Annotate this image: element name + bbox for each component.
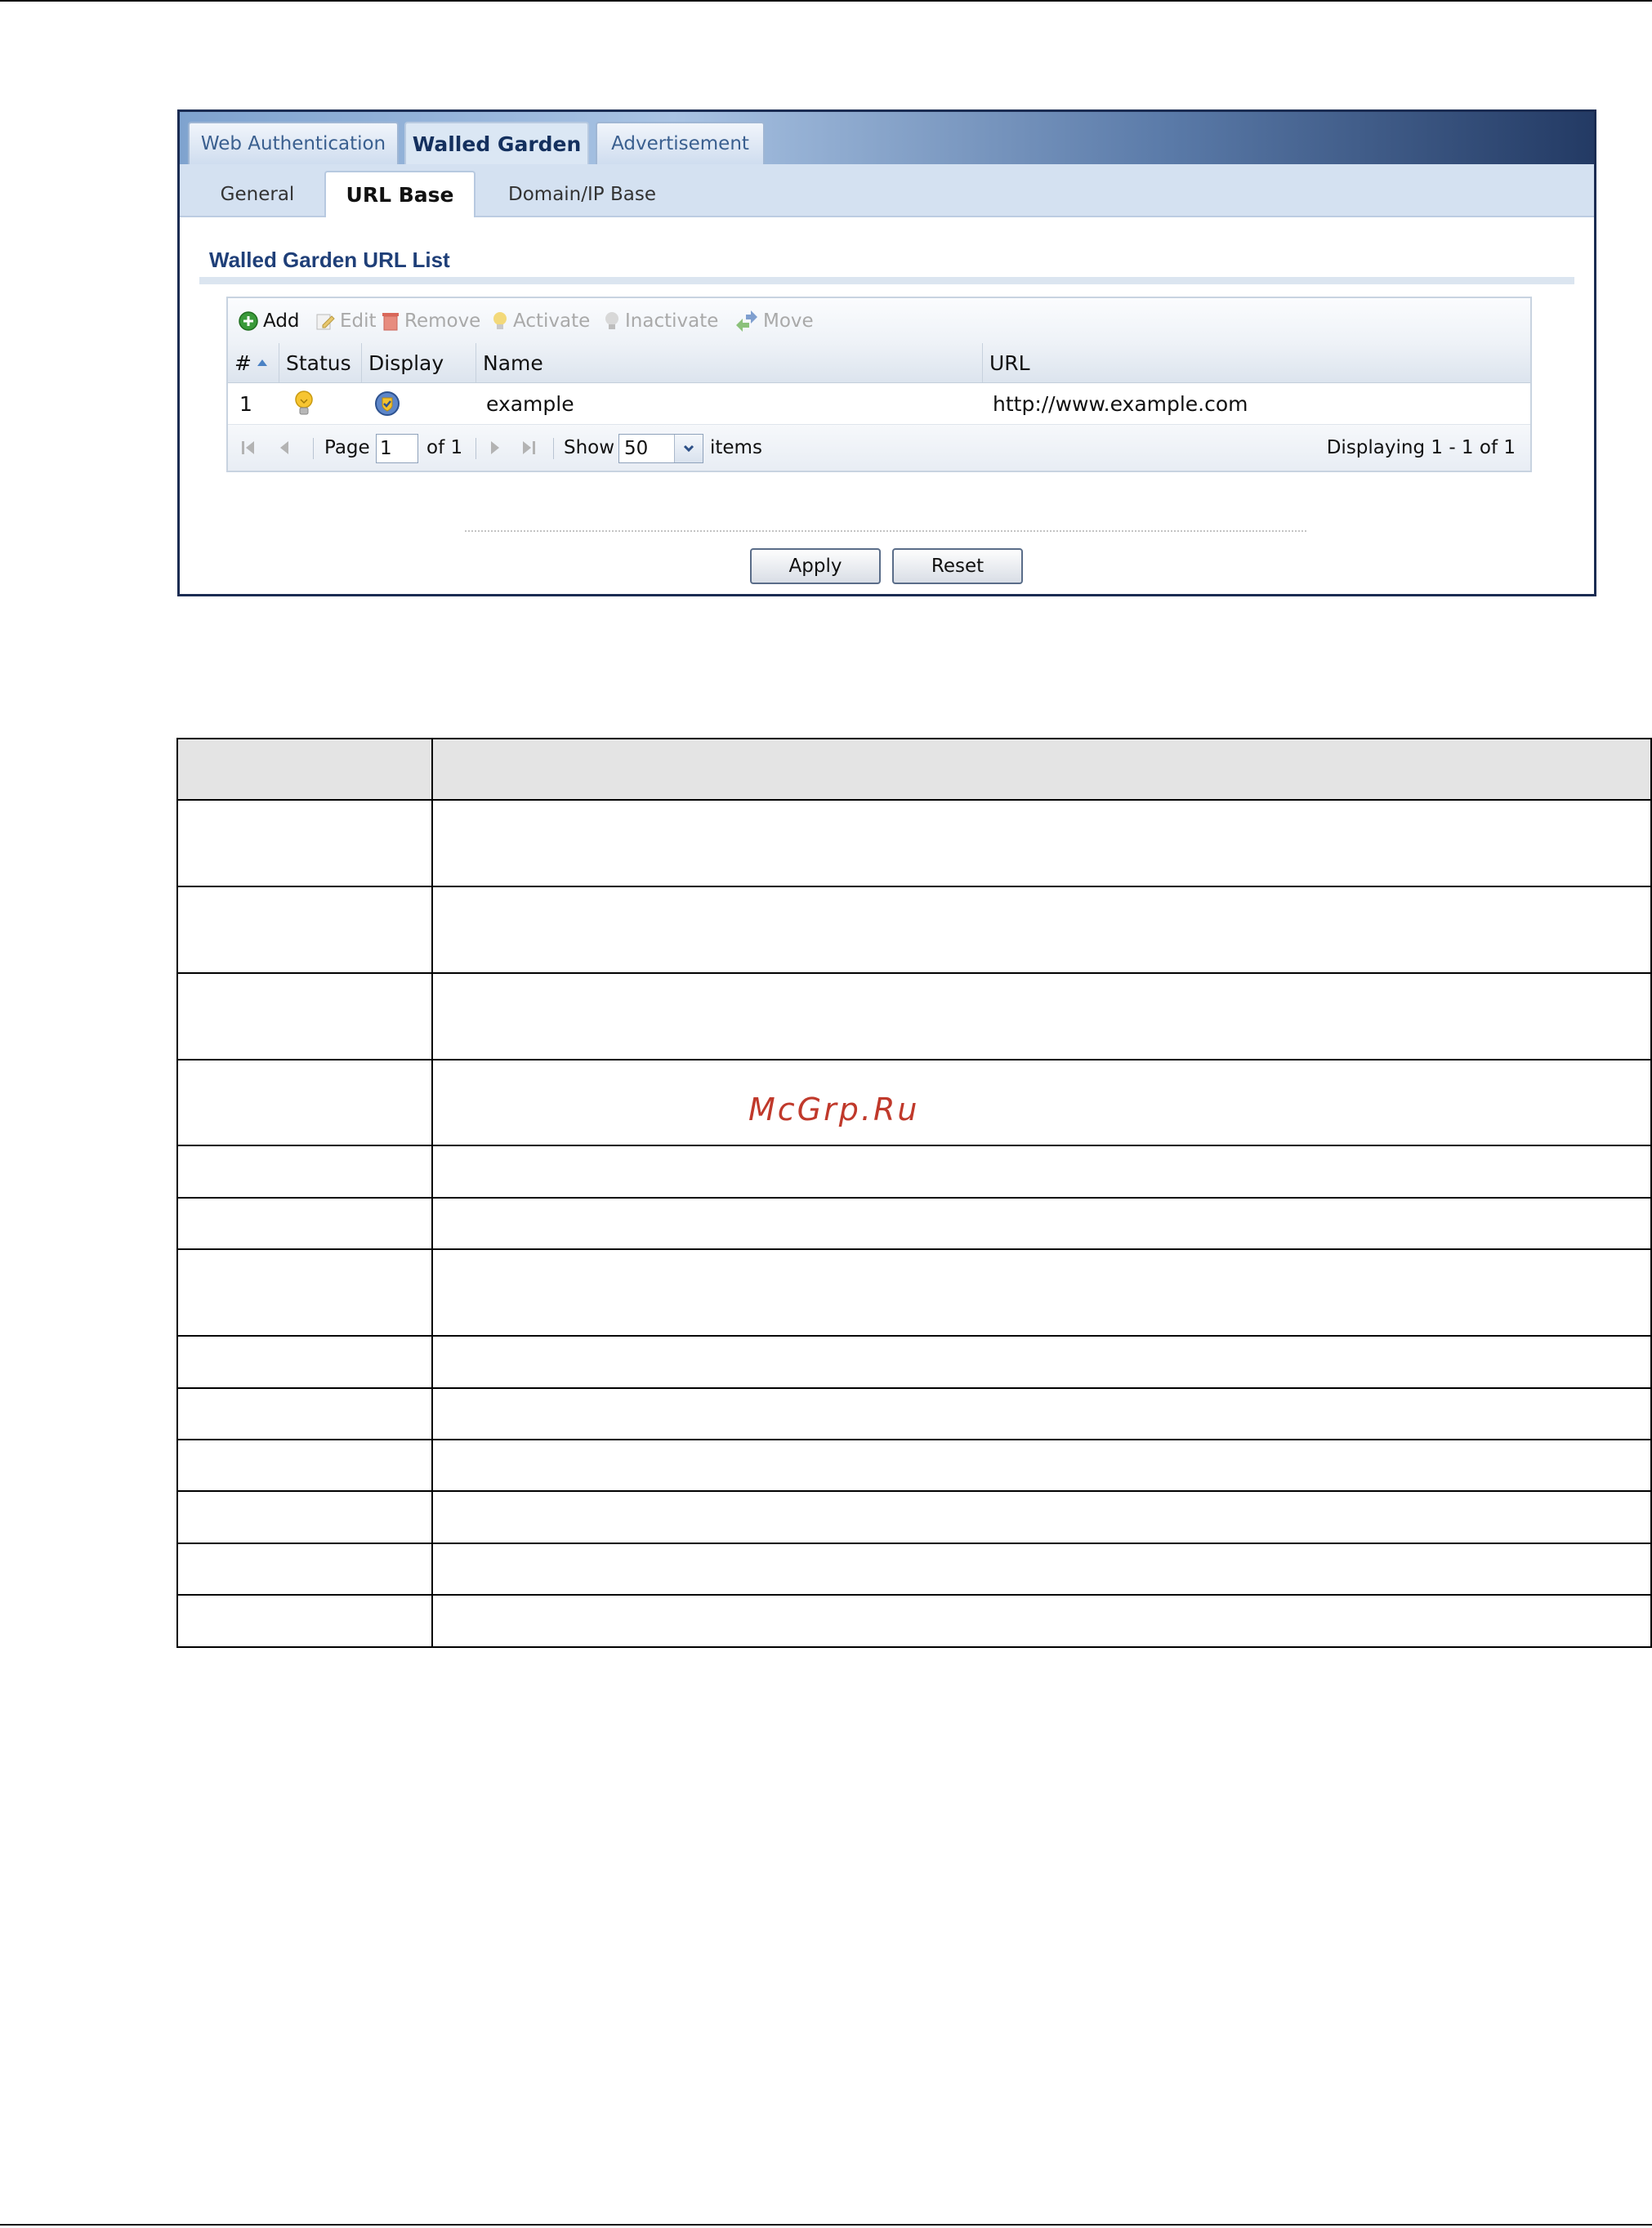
grid-toolbar: Add Edit Remove Activate Inactivate Move xyxy=(228,298,1530,344)
shield-check-icon xyxy=(373,383,401,424)
sort-asc-icon xyxy=(257,359,268,367)
lightbulb-off-icon xyxy=(603,310,621,332)
move-icon xyxy=(734,310,759,332)
items-per-page-select[interactable]: 50 xyxy=(618,434,703,463)
row-number: 1 xyxy=(239,391,252,416)
add-button[interactable]: Add xyxy=(238,309,300,333)
subtab-bar: General URL Base Domain/IP Base xyxy=(180,164,1594,217)
activate-label: Activate xyxy=(513,310,591,332)
row-url: http://www.example.com xyxy=(993,391,1248,416)
subtab-general[interactable]: General xyxy=(196,171,319,217)
table-row xyxy=(176,1386,1652,1440)
table-row xyxy=(176,1335,1652,1389)
col-header-number[interactable]: # xyxy=(228,343,279,382)
table-row xyxy=(176,1145,1652,1199)
remove-button[interactable]: Remove xyxy=(381,309,480,333)
subtab-url-base[interactable]: URL Base xyxy=(324,171,476,217)
col-header-name[interactable]: Name xyxy=(476,343,983,382)
page-label: Page xyxy=(324,437,370,458)
col-number-label: # xyxy=(234,350,252,375)
table-row xyxy=(176,1196,1652,1251)
first-page-icon[interactable] xyxy=(239,425,257,471)
row-name: example xyxy=(486,391,574,416)
col-header-url[interactable]: URL xyxy=(983,343,1532,382)
activate-button[interactable]: Activate xyxy=(491,309,590,333)
table-row xyxy=(176,885,1652,974)
prev-page-icon[interactable] xyxy=(278,425,292,471)
reset-button[interactable]: Reset xyxy=(892,548,1023,584)
items-per-page-value: 50 xyxy=(624,438,649,459)
table-row xyxy=(176,1594,1652,1648)
trash-icon xyxy=(381,310,400,332)
lightbulb-on-icon[interactable] xyxy=(293,383,315,424)
subtab-domain-ip-base[interactable]: Domain/IP Base xyxy=(494,171,670,217)
page-of-label: of 1 xyxy=(426,437,463,458)
add-icon xyxy=(238,310,259,332)
col-header-display[interactable]: Display xyxy=(362,343,476,382)
show-label: Show xyxy=(564,437,615,458)
add-label: Add xyxy=(263,310,300,332)
table-header-row xyxy=(176,737,1652,801)
remove-label: Remove xyxy=(404,310,481,332)
move-label: Move xyxy=(763,310,814,332)
bottom-rule xyxy=(0,2224,1652,2226)
inactivate-button[interactable]: Inactivate xyxy=(603,309,718,333)
description-table xyxy=(176,737,1652,1648)
inactivate-label: Inactivate xyxy=(625,310,719,332)
table-row xyxy=(176,1248,1652,1337)
last-page-icon[interactable] xyxy=(520,425,538,471)
lightbulb-icon xyxy=(491,310,509,332)
edit-button[interactable]: Edit xyxy=(315,309,377,333)
pager: Page of 1 Show 50 items Displaying 1 - 1… xyxy=(228,425,1530,471)
grid-header: # Status Display Name URL xyxy=(228,343,1530,383)
table-row xyxy=(176,1438,1652,1493)
tab-web-authentication[interactable]: Web Authentication xyxy=(188,122,399,164)
url-list-grid: Add Edit Remove Activate Inactivate Move… xyxy=(226,297,1532,472)
table-row xyxy=(176,1542,1652,1596)
top-rule xyxy=(0,0,1652,2)
edit-label: Edit xyxy=(340,310,377,332)
table-row xyxy=(176,1490,1652,1544)
divider xyxy=(465,530,1306,532)
section-title: Walled Garden URL List xyxy=(209,248,450,272)
chevron-down-icon[interactable] xyxy=(674,435,703,462)
items-label: items xyxy=(710,437,762,458)
tab-walled-garden[interactable]: Walled Garden xyxy=(404,122,589,164)
page-input[interactable] xyxy=(376,434,418,463)
tab-advertisement[interactable]: Advertisement xyxy=(596,122,765,164)
section-divider xyxy=(199,277,1574,284)
table-row xyxy=(176,799,1652,887)
move-button[interactable]: Move xyxy=(734,309,814,333)
edit-icon xyxy=(315,310,336,332)
table-row[interactable]: 1 example http://www.example.com xyxy=(228,383,1530,425)
table-row xyxy=(176,971,1652,1060)
displaying-count: Displaying 1 - 1 of 1 xyxy=(1326,437,1516,458)
col-header-status[interactable]: Status xyxy=(279,343,362,382)
screenshot-frame: Web Authentication Walled Garden Adverti… xyxy=(177,109,1596,596)
next-page-icon[interactable] xyxy=(487,425,502,471)
apply-button[interactable]: Apply xyxy=(750,548,881,584)
tab-bar: Web Authentication Walled Garden Adverti… xyxy=(180,112,1594,164)
watermark: McGrp.Ru xyxy=(748,1092,920,1127)
